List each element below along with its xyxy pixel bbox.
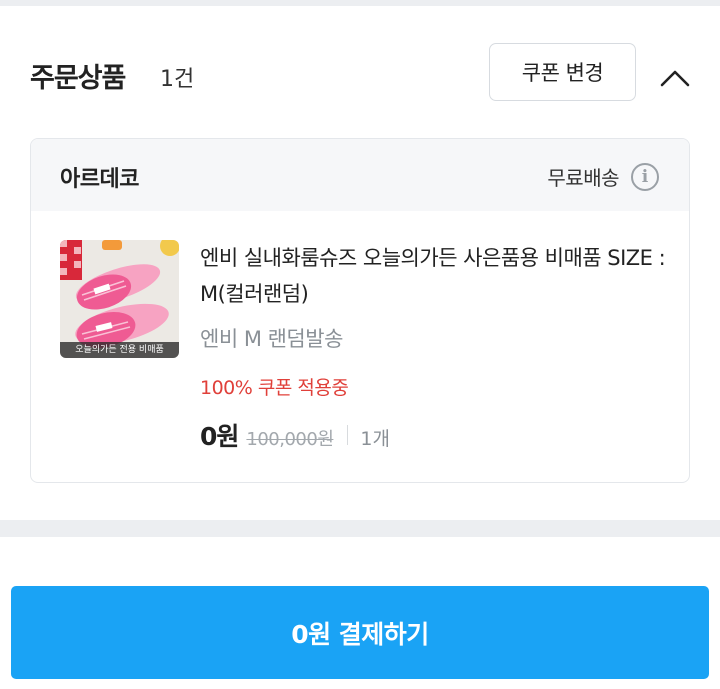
final-price: 0원: [200, 422, 239, 451]
order-items-header: 주문상품 1건 쿠폰 변경: [0, 6, 720, 138]
thumbnail-caption: 오늘의가든 전용 비매품: [60, 342, 179, 358]
section-title: 주문상품: [30, 63, 126, 94]
product-option: 엔비 M 랜덤발송: [200, 327, 343, 351]
product-thumbnail[interactable]: 오늘의가든 전용 비매품: [60, 240, 179, 358]
price-separator: [347, 425, 349, 445]
quantity: 1개: [360, 428, 390, 450]
slipper-image: [60, 240, 179, 358]
original-price: 100,000원: [246, 429, 334, 450]
coupon-status: 100% 쿠폰 적용중: [200, 377, 349, 399]
coupon-change-button[interactable]: 쿠폰 변경: [489, 43, 636, 101]
shop-name: 아르데코: [60, 167, 139, 192]
info-icon[interactable]: i: [631, 163, 659, 191]
shipping-label: 무료배송: [547, 166, 619, 190]
section-divider-band: [0, 520, 720, 537]
chevron-up-icon[interactable]: [659, 66, 691, 90]
pay-button[interactable]: 0원 결제하기: [11, 586, 709, 679]
product-name[interactable]: 엔비 실내화룸슈즈 오늘의가든 사은품용 비매품 SIZE : M(컬러랜덤): [200, 240, 670, 312]
price-row: 0원 100,000원 1개: [200, 417, 390, 453]
item-count: 1건: [160, 67, 195, 92]
shop-header: 아르데코 무료배송 i: [31, 139, 689, 211]
order-item-card: 아르데코 무료배송 i 오늘의가든 전용 비매품 엔비 실내화룸슈즈 오늘의가든…: [30, 138, 690, 483]
